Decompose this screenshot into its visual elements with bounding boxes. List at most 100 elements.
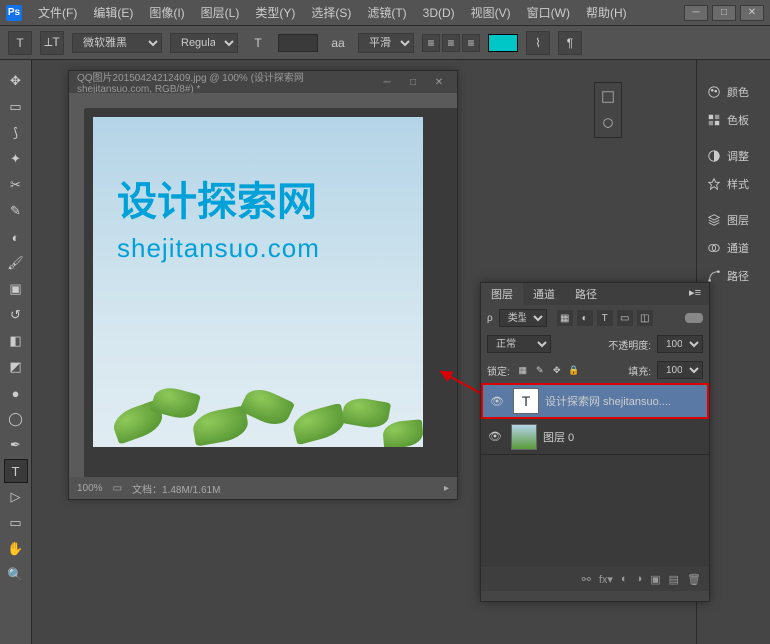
close-button[interactable]: ✕	[740, 5, 764, 21]
visibility-icon[interactable]: 👁	[485, 430, 505, 443]
layer-fx-icon[interactable]: fx▾	[599, 573, 613, 586]
menu-window[interactable]: 窗口(W)	[519, 2, 578, 23]
menu-select[interactable]: 选择(S)	[303, 2, 359, 23]
menu-layer[interactable]: 图层(L)	[193, 2, 248, 23]
visibility-icon[interactable]: 👁	[487, 395, 507, 408]
warp-text-icon[interactable]: ⌇	[526, 31, 550, 55]
filter-toggle[interactable]	[685, 313, 703, 323]
path-select-tool-icon[interactable]: ▷	[4, 485, 28, 509]
tab-layers[interactable]: 图层	[481, 283, 523, 305]
antialias-icon: aa	[326, 31, 350, 55]
layer-mask-icon[interactable]: ◐	[621, 573, 628, 585]
doc-maximize-icon[interactable]: □	[403, 77, 423, 88]
lock-transparent-icon[interactable]: ▦	[516, 363, 530, 377]
doc-minimize-icon[interactable]: ─	[377, 77, 397, 88]
toolbox: ✥ ▭ ⟆ ✦ ✂ ✎ ◐ 🖌 ▣ ↺ ◧ ◩ ● ◯ ✒ T ▷ ▭ ✋ 🔍	[0, 60, 32, 644]
document-tab[interactable]: QQ图片20150424212409.jpg @ 100% (设计探索网 she…	[69, 71, 457, 93]
zoom-slider-icon[interactable]: ▭	[113, 483, 122, 494]
eyedropper-tool-icon[interactable]: ✎	[4, 199, 28, 223]
text-tool-icon[interactable]: T	[4, 459, 28, 483]
align-left-icon[interactable]: ≡	[422, 34, 440, 52]
filter-shape-icon[interactable]: ▭	[617, 310, 633, 326]
filter-adjust-icon[interactable]: ◐	[577, 310, 593, 326]
filter-text-icon[interactable]: T	[597, 310, 613, 326]
pen-tool-icon[interactable]: ✒	[4, 433, 28, 457]
brush-tool-icon[interactable]: 🖌	[4, 251, 28, 275]
tab-channels[interactable]: 通道	[523, 283, 565, 305]
hand-tool-icon[interactable]: ✋	[4, 537, 28, 561]
font-family-select[interactable]: 微软雅黑	[72, 33, 162, 53]
magic-wand-tool-icon[interactable]: ✦	[4, 147, 28, 171]
gradient-tool-icon[interactable]: ◩	[4, 355, 28, 379]
text-color-swatch[interactable]	[488, 34, 518, 52]
adjustment-layer-icon[interactable]: ◑	[636, 573, 643, 585]
marquee-tool-icon[interactable]: ▭	[4, 95, 28, 119]
panel-channels[interactable]: 通道	[697, 234, 770, 262]
lasso-tool-icon[interactable]: ⟆	[4, 121, 28, 145]
menubar: Ps 文件(F) 编辑(E) 图像(I) 图层(L) 类型(Y) 选择(S) 滤…	[0, 0, 770, 26]
font-style-select[interactable]: Regular	[170, 33, 238, 53]
history-brush-tool-icon[interactable]: ↺	[4, 303, 28, 327]
canvas[interactable]: 设计探索网 shejitansuo.com	[93, 117, 423, 447]
panel-menu-icon[interactable]: ▸≡	[681, 283, 709, 305]
antialias-select[interactable]: 平滑	[358, 33, 414, 53]
status-arrow-icon[interactable]: ▸	[444, 483, 449, 494]
crop-tool-icon[interactable]: ✂	[4, 173, 28, 197]
properties-panel-icon[interactable]	[596, 111, 620, 135]
filter-pixel-icon[interactable]: ▦	[557, 310, 573, 326]
layer-name: 设计探索网 shejitansuo....	[545, 393, 671, 409]
align-right-icon[interactable]: ≡	[462, 34, 480, 52]
panel-layers[interactable]: 图层	[697, 206, 770, 234]
eraser-tool-icon[interactable]: ◧	[4, 329, 28, 353]
zoom-tool-icon[interactable]: 🔍	[4, 563, 28, 587]
menu-help[interactable]: 帮助(H)	[578, 2, 635, 23]
menu-edit[interactable]: 编辑(E)	[85, 2, 141, 23]
link-layers-icon[interactable]: ⚯	[582, 573, 591, 586]
delete-layer-icon[interactable]: 🗑	[687, 573, 701, 586]
stamp-tool-icon[interactable]: ▣	[4, 277, 28, 301]
layer-item-image[interactable]: 👁 图层 0	[481, 419, 709, 455]
rectangle-tool-icon[interactable]: ▭	[4, 511, 28, 535]
menu-image[interactable]: 图像(I)	[141, 2, 192, 23]
text-tool-preset-icon[interactable]: T	[8, 31, 32, 55]
doc-info: 文档：1.48M/1.61M	[132, 481, 220, 496]
menu-filter[interactable]: 滤镜(T)	[359, 2, 414, 23]
dodge-tool-icon[interactable]: ◯	[4, 407, 28, 431]
panel-color[interactable]: 颜色	[697, 78, 770, 106]
layer-item-text[interactable]: 👁 T 设计探索网 shejitansuo....	[481, 383, 709, 419]
align-center-icon[interactable]: ≡	[442, 34, 460, 52]
blur-tool-icon[interactable]: ●	[4, 381, 28, 405]
panel-adjustments[interactable]: 调整	[697, 142, 770, 170]
layer-filter-select[interactable]: 类型	[499, 309, 547, 327]
new-layer-icon[interactable]: ▤	[669, 573, 679, 586]
lock-all-icon[interactable]: 🔒	[567, 363, 581, 377]
blend-mode-select[interactable]: 正常	[487, 335, 551, 353]
layer-thumbnail-image	[511, 424, 537, 450]
move-tool-icon[interactable]: ✥	[4, 69, 28, 93]
menu-type[interactable]: 类型(Y)	[247, 2, 303, 23]
canvas-area: 设计探索网 shejitansuo.com	[69, 93, 457, 477]
tab-paths[interactable]: 路径	[565, 283, 607, 305]
canvas-text-title: 设计探索网	[117, 169, 317, 227]
minimize-button[interactable]: ─	[684, 5, 708, 21]
fill-input[interactable]: 100%	[657, 361, 703, 379]
menu-view[interactable]: 视图(V)	[463, 2, 519, 23]
doc-close-icon[interactable]: ✕	[429, 77, 449, 88]
orientation-icon[interactable]: ⟂T	[40, 31, 64, 55]
panel-swatches[interactable]: 色板	[697, 106, 770, 134]
lock-position-icon[interactable]: ✥	[550, 363, 564, 377]
menu-3d[interactable]: 3D(D)	[415, 4, 463, 22]
zoom-level[interactable]: 100%	[77, 483, 103, 494]
filter-smart-icon[interactable]: ◫	[637, 310, 653, 326]
healing-tool-icon[interactable]: ◐	[4, 225, 28, 249]
opacity-input[interactable]: 100%	[657, 335, 703, 353]
character-panel-icon[interactable]: ¶	[558, 31, 582, 55]
group-icon[interactable]: ▣	[650, 573, 660, 586]
panel-styles[interactable]: 样式	[697, 170, 770, 198]
maximize-button[interactable]: □	[712, 5, 736, 21]
font-size-input[interactable]	[278, 34, 318, 52]
menu-file[interactable]: 文件(F)	[30, 2, 85, 23]
history-panel-icon[interactable]	[596, 85, 620, 109]
lock-paint-icon[interactable]: ✎	[533, 363, 547, 377]
adjustments-icon	[707, 149, 721, 163]
